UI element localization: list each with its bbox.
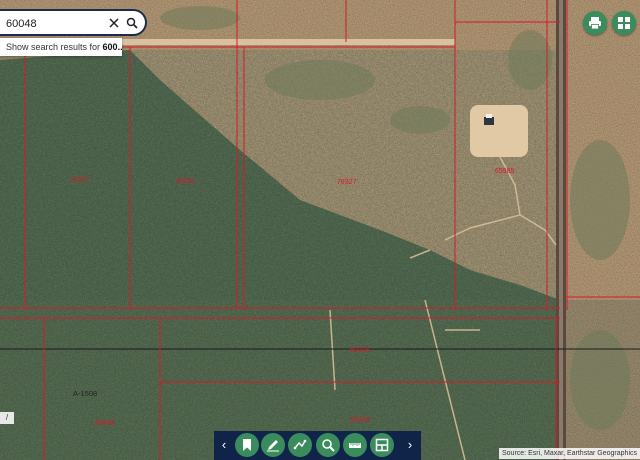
parcel-label[interactable]: 60048 <box>350 347 370 354</box>
measure-icon <box>293 439 307 450</box>
map-attribution: Source: Esri, Maxar, Earthstar Geographi… <box>499 448 640 459</box>
satellite-imagery: 78327 78326 78327 65985 60048 60048 A-15… <box>0 0 640 460</box>
clear-search-button[interactable] <box>106 14 122 32</box>
parcel-label[interactable]: A-1508 <box>73 389 97 398</box>
parcel-label[interactable]: 78327 <box>337 179 357 186</box>
parcel-label[interactable]: 60048 <box>95 420 115 427</box>
search-input[interactable] <box>6 15 102 32</box>
print-icon <box>589 17 601 30</box>
zoom-search-button[interactable] <box>316 433 340 457</box>
search-button[interactable] <box>124 14 140 32</box>
print-button[interactable] <box>583 11 607 35</box>
grid-button[interactable] <box>612 11 636 35</box>
toolbar-prev-button[interactable]: ‹ <box>218 437 230 453</box>
bottom-toolbar: ‹ › <box>214 431 421 460</box>
suggestion-text: Show search results for <box>6 42 103 52</box>
bookmark-button[interactable] <box>235 433 259 457</box>
ruler-button[interactable] <box>343 433 367 457</box>
grid-icon <box>618 17 630 29</box>
map-view[interactable]: 78327 78326 78327 65985 60048 60048 A-15… <box>0 0 640 460</box>
parcel-label[interactable]: 60048 <box>350 417 370 424</box>
side-panel-tab[interactable]: / <box>0 412 14 424</box>
layers-icon <box>375 438 389 452</box>
parcel-label[interactable]: 65985 <box>495 168 515 175</box>
bookmark-icon <box>243 439 251 451</box>
toolbar-next-button[interactable]: › <box>404 437 416 453</box>
draw-icon <box>267 440 279 452</box>
zoom-search-icon <box>322 439 335 452</box>
layers-button[interactable] <box>370 433 394 457</box>
search-icon <box>126 17 138 29</box>
draw-button[interactable] <box>261 433 285 457</box>
search-box <box>0 9 147 36</box>
ruler-icon <box>349 443 361 448</box>
close-icon <box>109 18 119 28</box>
parcel-label[interactable]: 78326 <box>175 178 195 185</box>
suggestion-term: 600... <box>102 42 122 52</box>
parcel-label[interactable]: 78327 <box>70 177 90 184</box>
measure-button[interactable] <box>288 433 312 457</box>
search-suggestion[interactable]: Show search results for 600... <box>0 38 122 56</box>
